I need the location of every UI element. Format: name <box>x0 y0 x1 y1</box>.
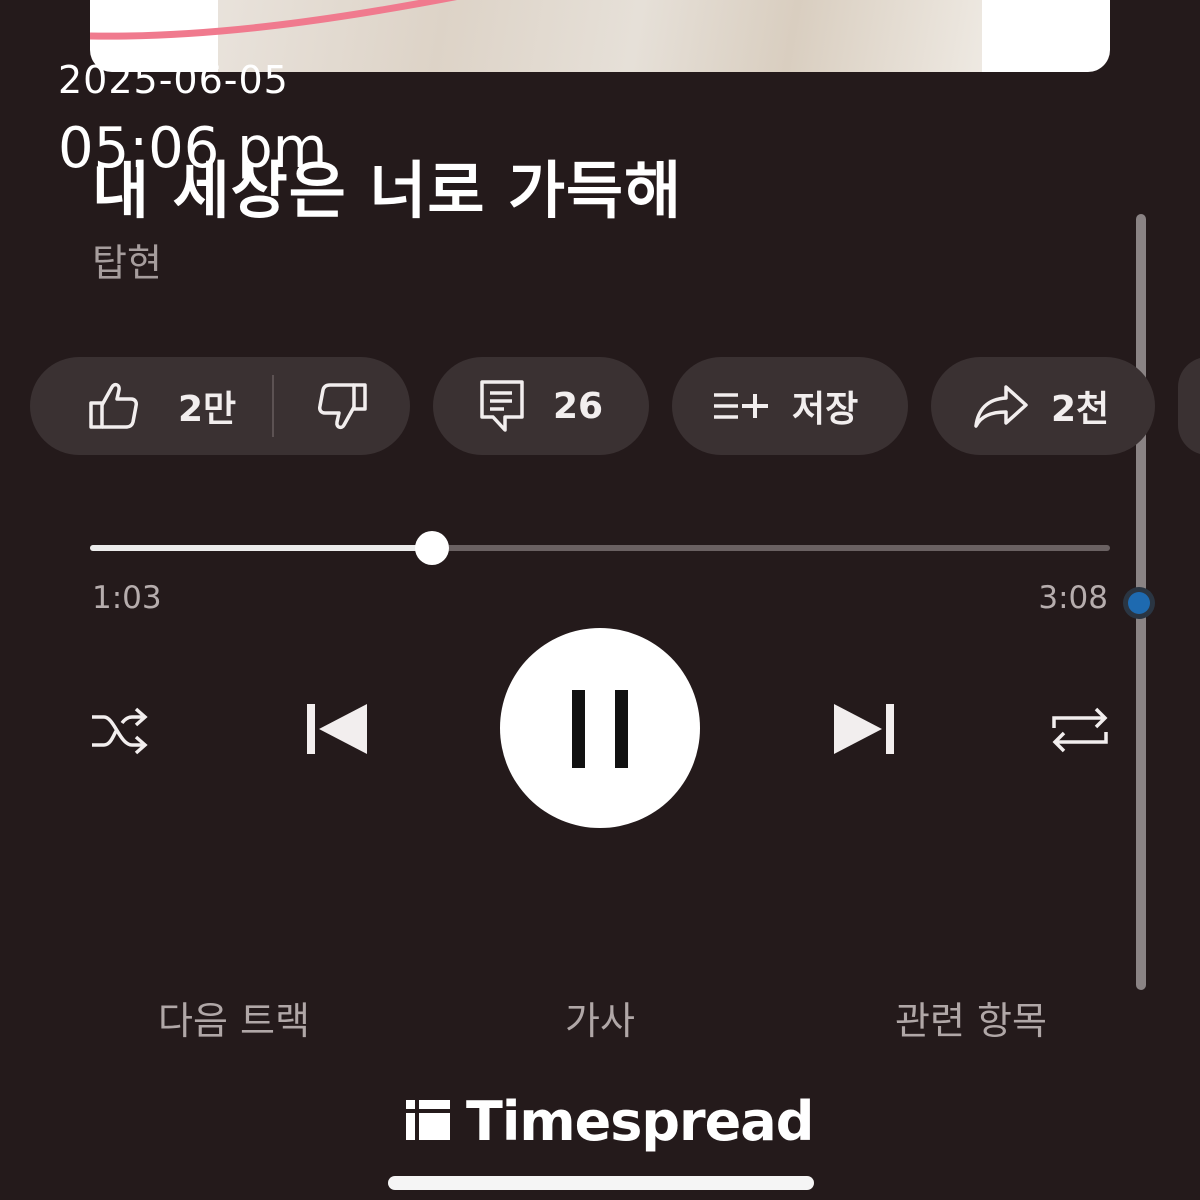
timestamp-time: 05:06 pm <box>58 116 328 181</box>
more-chip[interactable] <box>1178 357 1200 455</box>
song-artist[interactable]: 탑현 <box>92 232 162 287</box>
save-label: 저장 <box>792 389 859 430</box>
elapsed-time: 1:03 <box>92 580 162 616</box>
tab-lyrics[interactable]: 가사 <box>565 990 635 1045</box>
like-dislike-chip: 2만 <box>30 357 410 455</box>
like-count[interactable]: 2만 <box>178 380 236 432</box>
share-chip[interactable]: 2천 <box>931 357 1155 455</box>
share-count: 2천 <box>1051 389 1110 430</box>
playlist-add-icon <box>712 391 770 421</box>
repeat-icon[interactable] <box>1050 704 1110 760</box>
thumbs-up-icon[interactable] <box>86 381 142 431</box>
player-screen: 내 세상은 너로 가득해 탑현 2025-06-05 05:06 pm 2만 2… <box>0 0 1200 1200</box>
timestamp-date: 2025-06-05 <box>58 58 289 102</box>
shuffle-icon[interactable] <box>90 707 150 759</box>
seek-bar-progress <box>90 545 432 551</box>
comment-chip[interactable]: 26 <box>433 357 649 455</box>
timespread-logo-icon <box>404 1098 452 1146</box>
watermark: Timespread <box>404 1090 814 1153</box>
comment-count: 26 <box>553 385 604 427</box>
seek-bar[interactable] <box>90 531 1110 565</box>
home-indicator[interactable] <box>388 1176 814 1190</box>
scroll-handle[interactable] <box>1123 587 1155 619</box>
comment-icon <box>479 379 525 433</box>
tab-next-track[interactable]: 다음 트랙 <box>158 990 310 1045</box>
watermark-brand: Timespread <box>466 1090 814 1153</box>
skip-next-icon[interactable] <box>832 702 896 760</box>
share-icon <box>973 383 1029 429</box>
thumbs-down-icon[interactable] <box>314 381 370 431</box>
skip-previous-icon[interactable] <box>305 702 369 760</box>
chip-divider <box>272 375 275 437</box>
seek-bar-thumb[interactable] <box>414 531 449 565</box>
pause-button[interactable] <box>500 628 700 828</box>
save-chip[interactable]: 저장 <box>672 357 908 455</box>
total-time: 3:08 <box>1038 580 1108 616</box>
tab-related[interactable]: 관련 항목 <box>895 990 1047 1045</box>
